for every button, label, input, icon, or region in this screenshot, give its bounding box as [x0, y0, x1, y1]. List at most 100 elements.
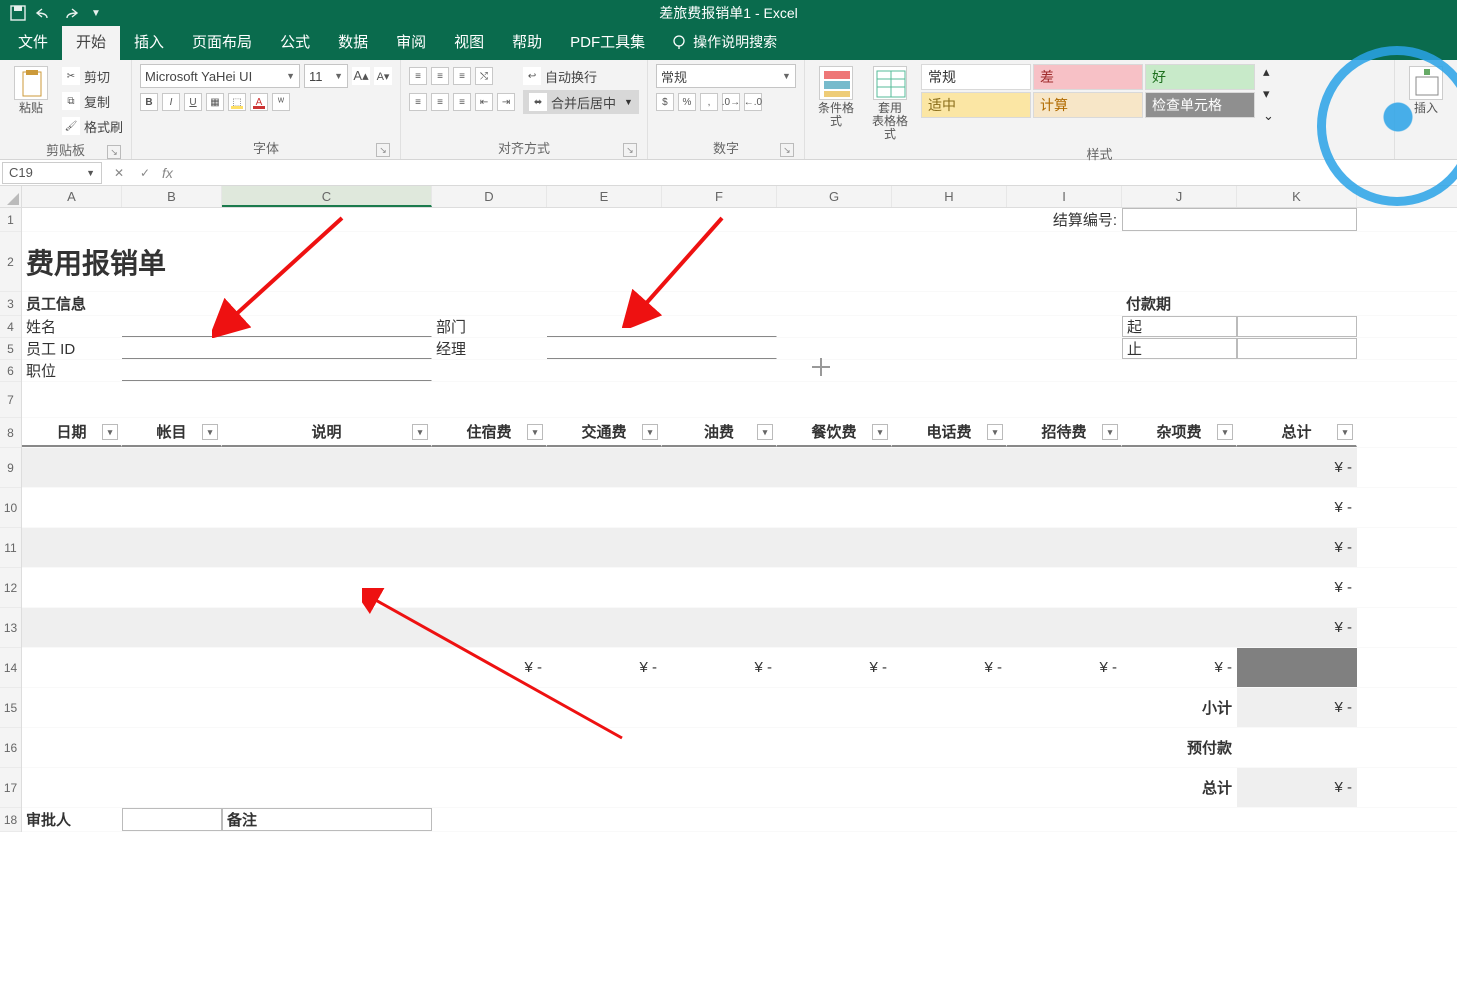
period-end-input[interactable] — [1237, 338, 1357, 359]
row-header[interactable]: 8 — [0, 418, 21, 448]
table-cell[interactable] — [892, 608, 1007, 647]
filter-icon[interactable]: ▾ — [1337, 424, 1353, 440]
align-right-icon[interactable]: ≡ — [453, 93, 471, 111]
column-header[interactable]: H — [892, 186, 1007, 207]
row-header[interactable]: 3 — [0, 292, 21, 316]
cell[interactable] — [22, 728, 1122, 767]
row-header[interactable]: 6 — [0, 360, 21, 382]
table-cell[interactable] — [432, 528, 547, 567]
tab-review[interactable]: 审阅 — [382, 23, 440, 60]
save-icon[interactable] — [8, 3, 28, 23]
comma-format-icon[interactable]: , — [700, 93, 718, 111]
cell[interactable] — [432, 360, 1357, 381]
filter-icon[interactable]: ▾ — [527, 424, 543, 440]
dept-input[interactable] — [547, 316, 777, 337]
table-cell[interactable] — [662, 608, 777, 647]
table-cell[interactable] — [1007, 528, 1122, 567]
format-painter-button[interactable]: 🖌格式刷 — [62, 114, 123, 138]
column-header[interactable]: K — [1237, 186, 1357, 207]
table-cell[interactable] — [547, 448, 662, 487]
row-header[interactable]: 4 — [0, 316, 21, 338]
empid-input[interactable] — [122, 338, 432, 359]
table-cell[interactable] — [547, 568, 662, 607]
table-cell[interactable] — [222, 608, 432, 647]
row-header[interactable]: 18 — [0, 808, 21, 832]
manager-input[interactable] — [547, 338, 777, 359]
table-cell[interactable] — [1122, 448, 1237, 487]
align-middle-icon[interactable]: ≡ — [431, 67, 449, 85]
select-all-corner[interactable] — [0, 186, 22, 207]
table-cell[interactable] — [1122, 568, 1237, 607]
table-cell[interactable] — [22, 608, 122, 647]
conditional-format-button[interactable]: 条件格式 — [813, 64, 859, 128]
table-cell[interactable] — [892, 448, 1007, 487]
filter-icon[interactable]: ▾ — [642, 424, 658, 440]
name-box[interactable]: C19▼ — [2, 162, 102, 184]
dialog-launcher-icon[interactable]: ↘ — [376, 143, 390, 157]
table-cell[interactable] — [122, 608, 222, 647]
filter-icon[interactable]: ▾ — [102, 424, 118, 440]
style-cell[interactable]: 计算 — [1033, 92, 1143, 118]
cell[interactable] — [22, 208, 1007, 231]
table-cell[interactable] — [547, 608, 662, 647]
column-header[interactable]: G — [777, 186, 892, 207]
cut-button[interactable]: ✂剪切 — [62, 64, 123, 88]
underline-button[interactable]: U — [184, 93, 202, 111]
table-cell[interactable] — [892, 528, 1007, 567]
indent-decrease-icon[interactable]: ⇤ — [475, 93, 493, 111]
decrease-font-icon[interactable]: A▾ — [374, 67, 392, 85]
increase-decimal-icon[interactable]: .0→ — [722, 93, 740, 111]
cell-styles-gallery[interactable]: 常规差好适中计算检查单元格 — [921, 64, 1255, 118]
table-cell[interactable] — [547, 528, 662, 567]
cell[interactable] — [432, 808, 1357, 831]
position-input[interactable] — [122, 360, 432, 381]
row-header[interactable]: 9 — [0, 448, 21, 488]
column-header[interactable]: A — [22, 186, 122, 207]
cancel-formula-icon[interactable]: ✕ — [106, 166, 132, 180]
align-left-icon[interactable]: ≡ — [409, 93, 427, 111]
tab-formulas[interactable]: 公式 — [266, 23, 324, 60]
filter-icon[interactable]: ▾ — [987, 424, 1003, 440]
table-cell[interactable] — [432, 608, 547, 647]
table-cell[interactable] — [122, 448, 222, 487]
table-cell[interactable] — [222, 528, 432, 567]
column-header[interactable]: E — [547, 186, 662, 207]
paste-button[interactable]: 粘贴 — [8, 64, 54, 115]
dialog-launcher-icon[interactable]: ↘ — [780, 143, 794, 157]
undo-icon[interactable] — [34, 3, 54, 23]
number-format-combo[interactable]: 常规▼ — [656, 64, 796, 88]
font-size-combo[interactable]: 11▼ — [304, 64, 348, 88]
tab-data[interactable]: 数据 — [324, 23, 382, 60]
table-cell[interactable]: ¥ - — [1237, 608, 1357, 647]
table-cell[interactable]: ¥ - — [1237, 448, 1357, 487]
tab-view[interactable]: 视图 — [440, 23, 498, 60]
table-cell[interactable] — [777, 568, 892, 607]
bold-button[interactable]: B — [140, 93, 158, 111]
column-header[interactable]: B — [122, 186, 222, 207]
tab-pdf[interactable]: PDF工具集 — [556, 23, 659, 60]
qat-customize-icon[interactable]: ▼ — [86, 3, 106, 23]
align-top-icon[interactable]: ≡ — [409, 67, 427, 85]
font-color-button[interactable]: A — [250, 93, 268, 111]
gallery-down-icon[interactable]: ▾ — [1263, 86, 1279, 106]
fx-icon[interactable]: fx — [158, 165, 177, 181]
style-cell[interactable]: 常规 — [921, 64, 1031, 90]
filter-icon[interactable]: ▾ — [202, 424, 218, 440]
border-button[interactable]: ▦ — [206, 93, 224, 111]
wrap-text-button[interactable]: ↩自动换行 — [523, 64, 639, 88]
table-cell[interactable]: ¥ - — [1237, 488, 1357, 527]
merge-center-button[interactable]: ⬌合并后居中▼ — [523, 90, 639, 114]
cell[interactable] — [777, 338, 1122, 359]
table-cell[interactable] — [122, 488, 222, 527]
cell[interactable] — [22, 688, 1122, 727]
table-cell[interactable] — [892, 568, 1007, 607]
table-cell[interactable] — [777, 528, 892, 567]
table-cell[interactable] — [122, 568, 222, 607]
row-header[interactable]: 2 — [0, 232, 21, 292]
format-as-table-button[interactable]: 套用 表格格式 — [867, 64, 913, 142]
orientation-icon[interactable]: ⤭ — [475, 67, 493, 85]
row-header[interactable]: 14 — [0, 648, 21, 688]
table-cell[interactable] — [662, 568, 777, 607]
table-cell[interactable] — [777, 448, 892, 487]
table-cell[interactable] — [22, 448, 122, 487]
